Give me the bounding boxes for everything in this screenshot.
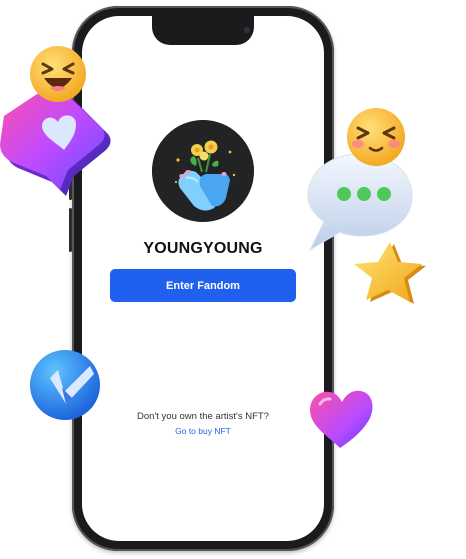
- heart-decoration: [306, 386, 376, 452]
- check-badge-decoration: [28, 348, 102, 422]
- laughing-face-icon: [30, 46, 86, 102]
- star-decoration: [340, 240, 434, 310]
- wink-face-icon: [347, 108, 405, 166]
- phone-notch: [152, 16, 254, 45]
- artist-name: YOUNGYOUNG: [143, 240, 263, 257]
- wink-emoji-decoration: [344, 106, 408, 168]
- star-icon: [354, 242, 426, 304]
- clapping-hands-icon: [152, 120, 254, 222]
- buy-nft-link[interactable]: Go to buy NFT: [82, 426, 324, 436]
- camera-dot: [244, 27, 250, 33]
- laughing-emoji-decoration: [28, 44, 88, 104]
- artist-avatar: [152, 120, 254, 222]
- heart-icon: [310, 390, 373, 448]
- nft-ownership-question: Don't you own the artist's NFT?: [137, 411, 269, 422]
- checkmark-badge-icon: [30, 350, 100, 420]
- enter-fandom-button[interactable]: Enter Fandom: [110, 269, 296, 302]
- phone-volume-down: [69, 208, 72, 252]
